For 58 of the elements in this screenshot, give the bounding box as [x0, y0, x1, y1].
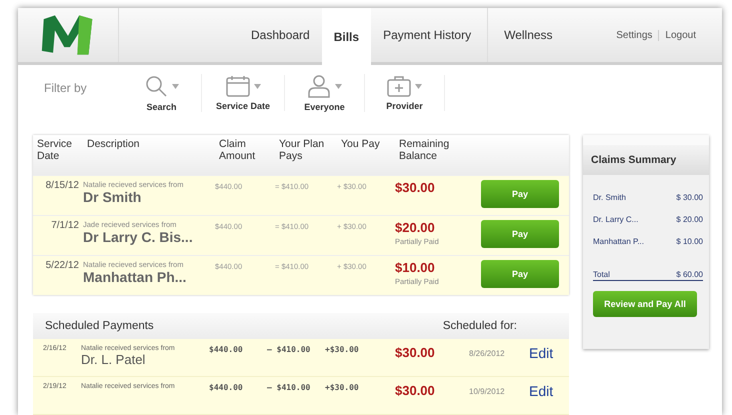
caret-icon — [172, 84, 179, 89]
column-header: Claim Amount — [219, 139, 256, 164]
column-header: Description — [87, 139, 141, 152]
calendar-icon — [226, 75, 250, 98]
caret-icon — [335, 84, 342, 89]
medical-kit-icon — [387, 75, 412, 98]
edit-link[interactable]: Edit — [529, 345, 554, 361]
filter-button[interactable]: Search — [122, 74, 202, 112]
claim-amount: $440.00 — [209, 383, 244, 392]
service-date: 5/22/12 — [44, 260, 80, 271]
you-pay-amount: +$30.00 — [325, 345, 360, 354]
filter-button[interactable]: Provider — [365, 75, 446, 112]
nav-tab[interactable]: Bills — [322, 8, 372, 66]
nav-tab[interactable]: Payment History — [371, 8, 488, 62]
scheduled-date: 8/26/2012 — [469, 348, 506, 358]
total-amount: $ 60.00 — [676, 270, 703, 279]
provider-name: Dr. L. Patel — [81, 352, 146, 367]
caret-icon — [254, 84, 261, 89]
amount-text: $ 20.00 — [676, 215, 703, 224]
filter-button[interactable]: Everyone — [285, 74, 366, 112]
plan-pays-amount: – $410.00 — [267, 383, 312, 392]
caret-icon — [415, 84, 422, 89]
provider-name: Dr. Larry C... — [593, 215, 638, 224]
column-header: You Pay — [341, 139, 381, 152]
amount-text: $ 30.00 — [676, 193, 703, 202]
column-header: Your Plan Pays — [279, 139, 326, 164]
amount-text: $ 10.00 — [676, 237, 703, 246]
provider-name: Dr. Smith — [593, 193, 626, 202]
provider-name: Dr Larry C. Bis... — [83, 229, 194, 245]
column-header: Remaining Balance — [399, 139, 450, 164]
scheduled-date: 10/9/2012 — [469, 386, 506, 396]
card-title: Claims Summary — [591, 154, 676, 166]
service-date: 7/1/12 — [50, 220, 80, 231]
provider-name: Manhattan P... — [593, 237, 644, 246]
you-pay-amount: +$30.00 — [325, 383, 360, 392]
payment-amount: $30.00 — [395, 383, 436, 398]
header-link[interactable]: Settings — [610, 30, 658, 41]
remaining-balance: $30.00 — [395, 180, 436, 195]
nav-tab[interactable]: Dashboard — [239, 8, 322, 62]
header-link[interactable]: Logout — [658, 30, 702, 41]
remaining-balance: $20.00 — [395, 220, 436, 235]
remaining-balance: $10.00 — [395, 260, 436, 275]
filter-label: Filter by — [44, 81, 88, 96]
total-label: Total — [593, 270, 610, 279]
payment-amount: $30.00 — [395, 345, 436, 360]
edit-link[interactable]: Edit — [529, 383, 554, 399]
nav-tab[interactable]: Wellness — [488, 8, 565, 62]
plan-pays-amount: – $410.00 — [267, 345, 312, 354]
column-header: Service Date — [36, 139, 74, 164]
person-icon — [307, 74, 332, 98]
column-header: Scheduled for: — [442, 320, 517, 332]
claim-amount: $440.00 — [209, 345, 244, 354]
section-title: Scheduled Payments — [45, 320, 154, 332]
search-icon — [144, 74, 168, 98]
provider-name: Manhattan Ph... — [83, 269, 188, 285]
provider-name: Dr Smith — [83, 189, 142, 205]
filter-button[interactable]: Service Date — [202, 75, 286, 112]
service-date: 8/15/12 — [44, 180, 80, 191]
